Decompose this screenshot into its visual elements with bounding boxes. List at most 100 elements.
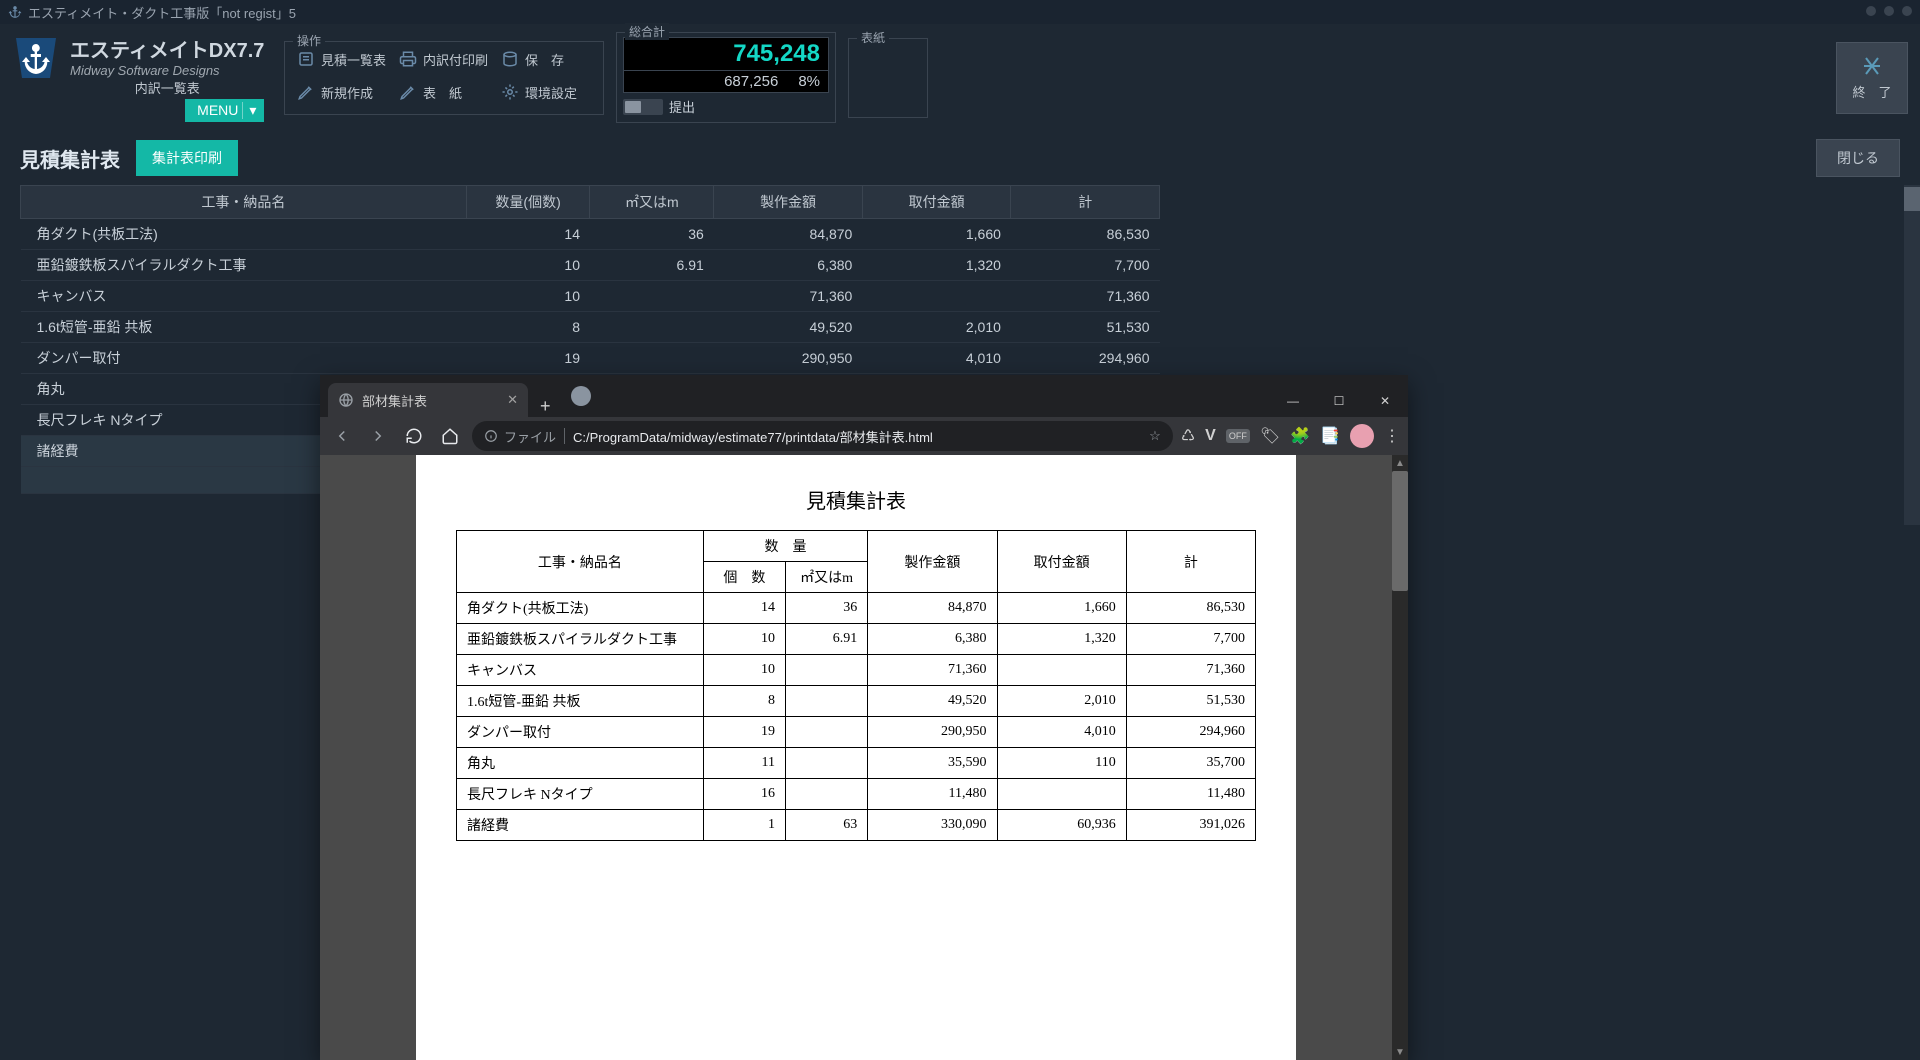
- vertical-scrollbar[interactable]: [1904, 185, 1920, 525]
- cell-total: 294,960: [1011, 343, 1160, 374]
- cell-qty: 8: [466, 312, 590, 343]
- scroll-thumb[interactable]: [1392, 471, 1408, 591]
- tag-icon[interactable]: 🏷: [1260, 426, 1280, 446]
- scroll-down-icon[interactable]: ▼: [1392, 1044, 1408, 1060]
- puzzle-icon[interactable]: 🧩: [1290, 426, 1310, 446]
- kebab-menu-icon[interactable]: ⋮: [1384, 426, 1400, 446]
- table-row[interactable]: キャンバス1071,36071,360: [21, 281, 1160, 312]
- cell-make: 11,480: [868, 779, 997, 810]
- cell-name: ダンパー取付: [21, 343, 467, 374]
- cell-total: 391,026: [1126, 810, 1255, 841]
- pencil-icon: [297, 83, 315, 101]
- back-button[interactable]: [328, 422, 356, 450]
- cell-total: 71,360: [1126, 655, 1255, 686]
- cell-qty: 19: [703, 717, 785, 748]
- col-m[interactable]: ㎡又はm: [590, 186, 714, 219]
- cell-name: キャンバス: [21, 281, 467, 312]
- cell-total: 71,360: [1011, 281, 1160, 312]
- submit-toggle[interactable]: [623, 99, 663, 115]
- submit-label: 提出: [669, 97, 695, 116]
- divider: [564, 428, 565, 444]
- header: エスティメイトDX7.7 Midway Software Designs 内訳一…: [0, 24, 1920, 131]
- browser-content: 見積集計表 工事・納品名 数 量 製作金額 取付金額 計 個 数 ㎡又はm 角: [320, 455, 1408, 1060]
- v-icon[interactable]: V: [1205, 427, 1216, 445]
- cell-make: 84,870: [868, 593, 997, 624]
- cell-name: 長尺フレキ Nタイプ: [457, 779, 704, 810]
- pcol-qty: 個 数: [703, 562, 785, 593]
- cell-total: 35,700: [1126, 748, 1255, 779]
- cell-inst: 4,010: [862, 343, 1011, 374]
- tab-close-icon[interactable]: ✕: [507, 392, 518, 408]
- forward-button[interactable]: [364, 422, 392, 450]
- close-button[interactable]: 閉じる: [1816, 139, 1900, 177]
- subtotal-row: 687,256 8%: [623, 71, 829, 93]
- col-total[interactable]: 計: [1011, 186, 1160, 219]
- cell-m: 36: [786, 593, 868, 624]
- cell-qty: 8: [703, 686, 785, 717]
- app-title: エスティメイト・ダクト工事版「not regist」5: [28, 3, 296, 22]
- company-name: Midway Software Designs: [70, 63, 264, 78]
- cell-qty: 14: [466, 219, 590, 250]
- new-tab-button[interactable]: +: [528, 396, 563, 417]
- cell-inst: 1,320: [997, 624, 1126, 655]
- table-row[interactable]: 1.6t短管-亜鉛 共板849,5202,01051,530: [21, 312, 1160, 343]
- reload-button[interactable]: [400, 422, 428, 450]
- scroll-up-icon[interactable]: ▲: [1392, 455, 1408, 471]
- col-qty[interactable]: 数量(個数): [466, 186, 590, 219]
- save-button[interactable]: 保 存: [497, 46, 595, 73]
- settings-button[interactable]: 環境設定: [497, 79, 595, 106]
- printer-icon: [399, 50, 417, 68]
- address-bar[interactable]: ファイル C:/ProgramData/midway/estimate77/pr…: [472, 421, 1173, 451]
- col-inst[interactable]: 取付金額: [862, 186, 1011, 219]
- cell-inst: 1,660: [862, 219, 1011, 250]
- pcol-m: ㎡又はm: [786, 562, 868, 593]
- maximize-button[interactable]: ☐: [1316, 385, 1362, 417]
- reading-list-icon[interactable]: 📑: [1320, 426, 1340, 446]
- panel-label: 操作: [293, 32, 325, 49]
- menu-button[interactable]: MENU▾: [185, 99, 264, 122]
- browser-tab[interactable]: 部材集計表 ✕: [328, 383, 528, 417]
- window-controls[interactable]: [1866, 6, 1912, 16]
- new-button[interactable]: 新規作成: [293, 79, 391, 106]
- home-button[interactable]: [436, 422, 464, 450]
- cover-button[interactable]: 表 紙: [395, 79, 493, 106]
- section-name: 内訳一覧表: [70, 78, 264, 97]
- estimate-list-button[interactable]: 見積一覧表: [293, 46, 391, 73]
- close-window-button[interactable]: ✕: [1362, 385, 1408, 417]
- cell-inst: [997, 655, 1126, 686]
- browser-scrollbar[interactable]: ▲ ▼: [1392, 455, 1408, 1060]
- guest-badge-icon[interactable]: [571, 386, 591, 406]
- cell-total: 7,700: [1011, 250, 1160, 281]
- pencil-icon: [399, 83, 417, 101]
- minimize-button[interactable]: —: [1270, 385, 1316, 417]
- cell-inst: [997, 779, 1126, 810]
- cell-total: 86,530: [1011, 219, 1160, 250]
- recycle-icon[interactable]: ♺: [1181, 426, 1195, 446]
- table-row[interactable]: 角ダクト(共板工法)143684,8701,66086,530: [21, 219, 1160, 250]
- cell-name: 亜鉛鍍鉄板スパイラルダクト工事: [21, 250, 467, 281]
- cell-make: 49,520: [714, 312, 863, 343]
- off-badge-icon[interactable]: OFF: [1226, 429, 1250, 443]
- info-icon: [484, 429, 498, 443]
- profile-icon[interactable]: [1350, 424, 1374, 448]
- cell-m: [786, 686, 868, 717]
- star-icon[interactable]: ☆: [1149, 428, 1161, 444]
- cell-m: [590, 343, 714, 374]
- exit-label: 終 了: [1852, 82, 1891, 101]
- cover-panel: 表紙: [848, 38, 928, 118]
- scroll-thumb[interactable]: [1904, 187, 1920, 211]
- cell-inst: 60,936: [997, 810, 1126, 841]
- table-row[interactable]: ダンパー取付19290,9504,010294,960: [21, 343, 1160, 374]
- table-row: 長尺フレキ Nタイプ1611,48011,480: [457, 779, 1256, 810]
- print-detail-button[interactable]: 内訳付印刷: [395, 46, 493, 73]
- print-summary-button[interactable]: 集計表印刷: [136, 140, 238, 176]
- exit-button[interactable]: 終 了: [1836, 42, 1908, 114]
- table-row[interactable]: 亜鉛鍍鉄板スパイラルダクト工事106.916,3801,3207,700: [21, 250, 1160, 281]
- caret-down-icon: ▾: [242, 102, 252, 119]
- cell-name: 諸経費: [457, 810, 704, 841]
- col-make[interactable]: 製作金額: [714, 186, 863, 219]
- cell-total: 51,530: [1126, 686, 1255, 717]
- cell-make: 290,950: [714, 343, 863, 374]
- col-name[interactable]: 工事・納品名: [21, 186, 467, 219]
- cell-qty: 10: [466, 281, 590, 312]
